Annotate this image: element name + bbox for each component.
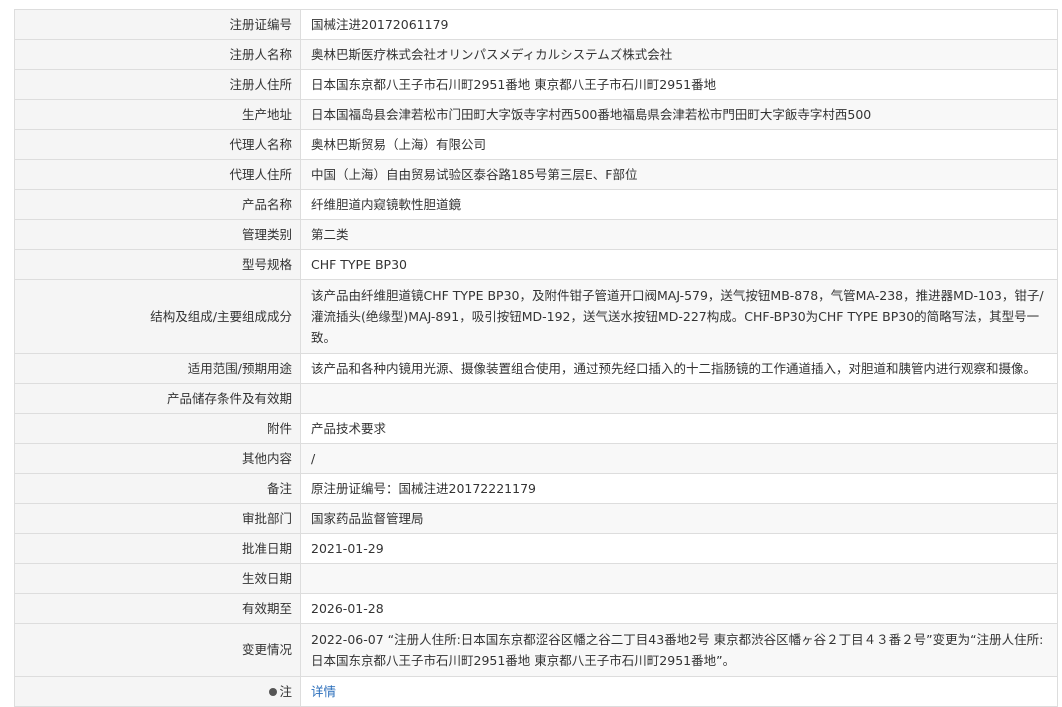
field-label: 附件 <box>14 413 301 444</box>
field-value: 国家药品监督管理局 <box>300 503 1058 534</box>
field-value: 原注册证编号：国械注进20172221179 <box>300 473 1058 504</box>
field-value: 中国（上海）自由贸易试验区泰谷路185号第三层E、F部位 <box>300 159 1058 190</box>
table-row: 型号规格 CHF TYPE BP30 <box>14 249 1058 280</box>
field-label: 适用范围/预期用途 <box>14 353 301 384</box>
field-value: 奥林巴斯贸易（上海）有限公司 <box>300 129 1058 160</box>
table-row: 管理类别 第二类 <box>14 219 1058 250</box>
field-label: 变更情况 <box>14 623 301 677</box>
field-label: 结构及组成/主要组成成分 <box>14 279 301 354</box>
field-value: 详情 <box>300 676 1058 707</box>
table-row: 产品名称 纤维胆道内窥镜軟性胆道鏡 <box>14 189 1058 220</box>
table-row: 注册人名称 奥林巴斯医疗株式会社オリンパスメディカルシステムズ株式会社 <box>14 39 1058 70</box>
field-value: 奥林巴斯医疗株式会社オリンパスメディカルシステムズ株式会社 <box>300 39 1058 70</box>
table-row: 代理人住所 中国（上海）自由贸易试验区泰谷路185号第三层E、F部位 <box>14 159 1058 190</box>
table-row: 附件 产品技术要求 <box>14 413 1058 444</box>
dot-icon <box>269 688 278 696</box>
field-value: 纤维胆道内窥镜軟性胆道鏡 <box>300 189 1058 220</box>
field-value: 2021-01-29 <box>300 533 1058 564</box>
field-label: 审批部门 <box>14 503 301 534</box>
field-value: CHF TYPE BP30 <box>300 249 1058 280</box>
table-row: 生产地址 日本国福岛县会津若松市门田町大字饭寺字村西500番地福島県会津若松市門… <box>14 99 1058 130</box>
field-label: 生产地址 <box>14 99 301 130</box>
field-value: 产品技术要求 <box>300 413 1058 444</box>
field-value: 2026-01-28 <box>300 593 1058 624</box>
field-value <box>300 563 1058 594</box>
field-value: 第二类 <box>300 219 1058 250</box>
table-row: 审批部门 国家药品监督管理局 <box>14 503 1058 534</box>
field-value: / <box>300 443 1058 474</box>
field-value: 2022-06-07 “注册人住所:日本国东京都涩谷区幡之谷二丁目43番地2号 … <box>300 623 1058 677</box>
field-label: 备注 <box>14 473 301 504</box>
table-row: 备注 原注册证编号：国械注进20172221179 <box>14 473 1058 504</box>
field-label: 注册证编号 <box>14 9 301 40</box>
field-value: 国械注进20172061179 <box>300 9 1058 40</box>
table-row: 其他内容 / <box>14 443 1058 474</box>
note-label: 注 <box>279 683 292 699</box>
table-row: 批准日期 2021-01-29 <box>14 533 1058 564</box>
field-label: 产品名称 <box>14 189 301 220</box>
table-row: 注册证编号 国械注进20172061179 <box>14 9 1058 40</box>
registration-detail: 注册证编号 国械注进20172061179 注册人名称 奥林巴斯医疗株式会社オリ… <box>14 9 1058 707</box>
field-value <box>300 383 1058 414</box>
field-label: 注册人名称 <box>14 39 301 70</box>
table-row: 适用范围/预期用途 该产品和各种内镜用光源、摄像装置组合使用，通过预先经口插入的… <box>14 353 1058 384</box>
registration-detail-table: 注册证编号 国械注进20172061179 注册人名称 奥林巴斯医疗株式会社オリ… <box>14 9 1058 707</box>
table-row: 代理人名称 奥林巴斯贸易（上海）有限公司 <box>14 129 1058 160</box>
field-label: 型号规格 <box>14 249 301 280</box>
field-label: 生效日期 <box>14 563 301 594</box>
table-row: 产品储存条件及有效期 <box>14 383 1058 414</box>
field-value: 日本国东京都八王子市石川町2951番地 東京都八王子市石川町2951番地 <box>300 69 1058 100</box>
field-label: 代理人名称 <box>14 129 301 160</box>
field-label: 有效期至 <box>14 593 301 624</box>
field-label: 代理人住所 <box>14 159 301 190</box>
details-link[interactable]: 详情 <box>311 684 336 699</box>
table-row: 生效日期 <box>14 563 1058 594</box>
table-row: 有效期至 2026-01-28 <box>14 593 1058 624</box>
field-label: 注 <box>14 676 301 707</box>
field-label: 其他内容 <box>14 443 301 474</box>
table-row: 变更情况 2022-06-07 “注册人住所:日本国东京都涩谷区幡之谷二丁目43… <box>14 623 1058 677</box>
field-label: 管理类别 <box>14 219 301 250</box>
field-label: 批准日期 <box>14 533 301 564</box>
field-value: 该产品和各种内镜用光源、摄像装置组合使用，通过预先经口插入的十二指肠镜的工作通道… <box>300 353 1058 384</box>
table-row: 注册人住所 日本国东京都八王子市石川町2951番地 東京都八王子市石川町2951… <box>14 69 1058 100</box>
table-row: 注 详情 <box>14 676 1058 707</box>
field-value: 日本国福岛县会津若松市门田町大字饭寺字村西500番地福島県会津若松市門田町大字飯… <box>300 99 1058 130</box>
table-row: 结构及组成/主要组成成分 该产品由纤维胆道镜CHF TYPE BP30，及附件钳… <box>14 279 1058 354</box>
field-value: 该产品由纤维胆道镜CHF TYPE BP30，及附件钳子管道开口阀MAJ-579… <box>300 279 1058 354</box>
field-label: 注册人住所 <box>14 69 301 100</box>
field-label: 产品储存条件及有效期 <box>14 383 301 414</box>
